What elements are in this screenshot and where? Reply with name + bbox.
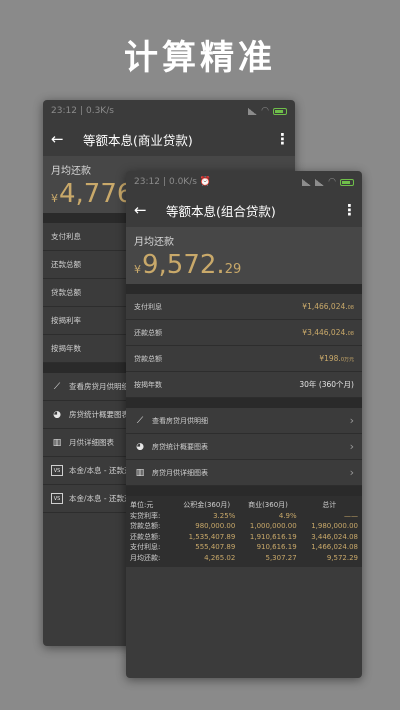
row-value: ¥198.0万元 xyxy=(319,354,354,363)
monthly-amount: 4,776 xyxy=(59,179,134,209)
headline: 计算精准 xyxy=(124,38,276,78)
monthly-summary: 月均还款 ¥ 9,572. 29 xyxy=(126,227,362,284)
monthly-amount: 9,572. xyxy=(142,250,225,280)
row-years: 按揭年数 30年 (360个月) xyxy=(126,372,362,398)
status-time: 23:12 xyxy=(134,177,160,187)
table-row: 月均还款: 4,265.02 5,307.27 9,572.29 xyxy=(130,553,358,562)
vs-icon: VS xyxy=(51,465,63,476)
pie-chart-icon: ◕ xyxy=(136,441,144,452)
currency-symbol: ¥ xyxy=(134,263,141,276)
status-speed: 0.3K/s xyxy=(85,106,114,116)
table-row: 实贷利率: 3.25% 4.9% —— xyxy=(130,511,358,520)
row-value: ¥1,466,024.08 xyxy=(302,302,354,311)
page-title: 等额本息(组合贷款) xyxy=(166,203,276,219)
row-value: ¥3,446,024.08 xyxy=(302,328,354,337)
status-bar: 23:12 | 0.0K/s ⏰ ◠ xyxy=(126,171,362,193)
app-bar: ← 等额本息(商业贷款) ⋮ xyxy=(43,122,295,156)
nav-monthly-detail[interactable]: ⟋ 查看房贷月供明细 › xyxy=(126,408,362,434)
signal-icon-2 xyxy=(315,178,325,186)
back-arrow-icon[interactable]: ← xyxy=(51,130,77,148)
wifi-icon: ◠ xyxy=(328,177,336,187)
status-speed: 0.0K/s xyxy=(168,177,197,187)
more-menu-icon[interactable]: ⋮ xyxy=(342,201,357,219)
monthly-amount-decimal: 29 xyxy=(224,262,242,277)
table-header: 单位:元 公积金(360月) 商业(360月) 总计 xyxy=(130,501,337,510)
back-arrow-icon[interactable]: ← xyxy=(134,201,160,219)
alarm-icon: ⏰ xyxy=(199,177,212,187)
more-menu-icon[interactable]: ⋮ xyxy=(275,130,290,148)
chevron-right-icon: › xyxy=(349,414,354,427)
row-loan-total: 贷款总额 ¥198.0万元 xyxy=(126,346,362,372)
nav-detail-chart[interactable]: ▥ 房贷月供详细图表 › xyxy=(126,460,362,486)
line-chart-icon: ⟋ xyxy=(53,381,61,392)
line-chart-icon: ⟋ xyxy=(136,415,144,426)
chevron-right-icon: › xyxy=(349,466,354,479)
table-row: 支付利息: 555,407.89 910,616.19 1,466,024.08 xyxy=(130,543,358,552)
table-row: 贷款总额: 980,000.00 1,000,000.00 1,980,000.… xyxy=(130,522,358,531)
page-title: 等额本息(商业贷款) xyxy=(83,132,193,148)
breakdown-table: 单位:元 公积金(360月) 商业(360月) 总计 实贷利率: 3.25% 4… xyxy=(126,496,362,567)
row-interest: 支付利息 ¥1,466,024.08 xyxy=(126,294,362,320)
status-time: 23:12 xyxy=(51,106,77,116)
battery-icon xyxy=(340,178,354,186)
row-total-repay: 还款总额 ¥3,446,024.08 xyxy=(126,320,362,346)
currency-symbol: ¥ xyxy=(51,192,58,205)
bar-chart-icon: ▥ xyxy=(52,437,62,448)
vs-icon: VS xyxy=(51,493,63,504)
app-bar: ← 等额本息(组合贷款) ⋮ xyxy=(126,193,362,227)
signal-icon xyxy=(302,178,312,186)
chevron-right-icon: › xyxy=(349,440,354,453)
front-screenshot: 23:12 | 0.0K/s ⏰ ◠ ← 等额本息(组合贷款) ⋮ 月均还款 ¥… xyxy=(126,171,362,678)
battery-icon xyxy=(273,107,287,115)
status-bar: 23:12 | 0.3K/s ◠ xyxy=(43,100,295,122)
signal-icon xyxy=(248,107,258,115)
nav-summary-chart[interactable]: ◕ 房贷统计概要图表 › xyxy=(126,434,362,460)
monthly-label: 月均还款 xyxy=(134,237,174,248)
pie-chart-icon: ◕ xyxy=(53,409,61,420)
wifi-icon: ◠ xyxy=(261,106,269,116)
table-row: 还款总额: 1,535,407.89 1,910,616.19 3,446,02… xyxy=(130,532,358,541)
row-value: 30年 (360个月) xyxy=(299,380,354,389)
bar-chart-icon: ▥ xyxy=(135,467,145,478)
